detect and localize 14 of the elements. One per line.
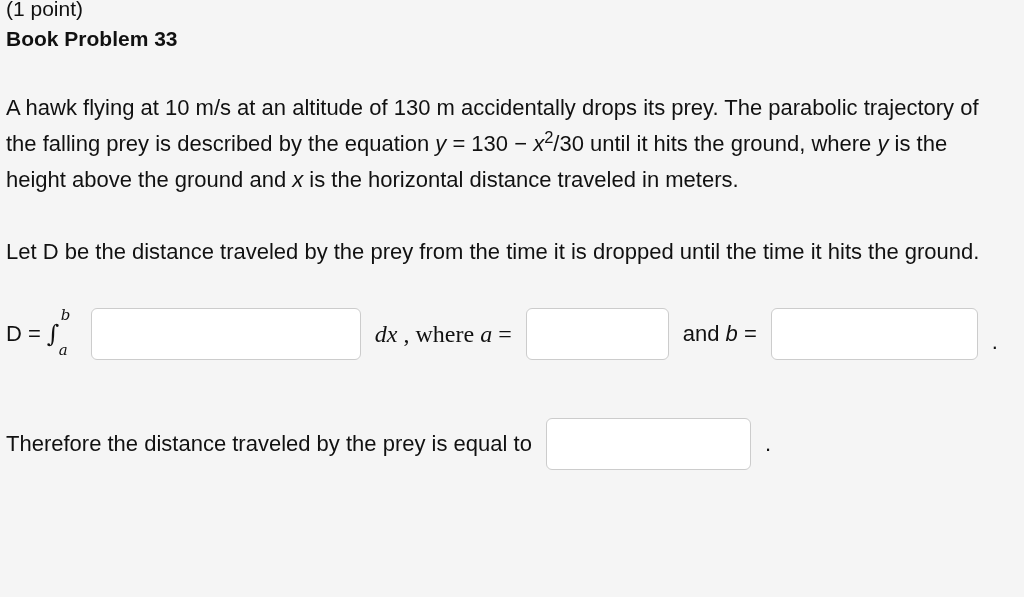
formula-label: D =	[6, 320, 41, 348]
problem-text: A hawk flying at 10 m/s at an altitude of 130 m accidentally drops its prey. The parabolic trajectory of the falling prey is described by the equation y = 130 − x$^{2}$/30 until it hits the ground, where y is the height above the ground and x is the horizontal distance traveled in meters.	[6, 94, 980, 194]
period-mark: .	[991, 328, 998, 356]
answer-field[interactable]	[90, 308, 361, 360]
points-label: (1 point)	[6, 0, 85, 22]
answer-field[interactable]	[525, 308, 669, 360]
formula-text: dx , where a =	[374, 320, 512, 349]
formula-text: and b =	[682, 320, 757, 348]
answer-field[interactable]	[545, 418, 751, 470]
problem-text: Let D be the distance traveled by the prey from the time it is dropped until the time it hits the ground.	[6, 238, 981, 266]
conclusion-text: Therefore the distance traveled by the prey is equal to	[6, 430, 532, 458]
answer-field[interactable]	[770, 308, 978, 360]
problem-title: Book Problem 33	[6, 26, 179, 52]
period-mark: .	[764, 430, 771, 458]
